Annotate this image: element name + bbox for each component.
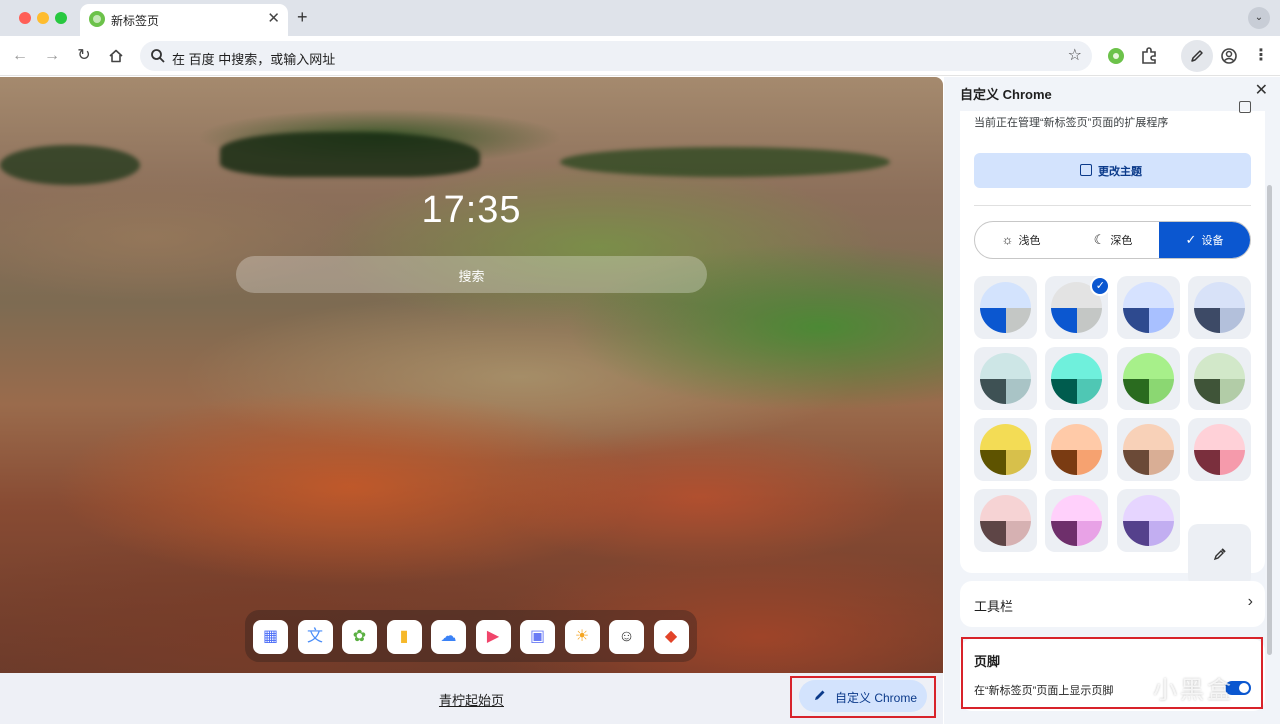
ntp-search-box[interactable]: 搜索	[236, 256, 707, 293]
extensions-puzzle-icon[interactable]	[1138, 45, 1160, 67]
customize-side-panel: 自定义 Chrome ✕ 当前正在管理“新标签页”页面的扩展程序 更改主题 ☼ 浅…	[944, 77, 1280, 724]
color-mode-selector: ☼ 浅色 ☾ 深色 ✓ 设备	[974, 221, 1251, 259]
tab-close-icon[interactable]: ✕	[267, 10, 280, 28]
mode-option-2[interactable]: ✓ 设备	[1159, 222, 1250, 258]
color-swatch[interactable]	[974, 418, 1037, 481]
browser-toolbar: ← → ↻ 在 百度 中搜索，或输入网址 ☆ ⋮	[0, 36, 1280, 76]
chrome-window: 新标签页 ✕ + ⌄ ← → ↻ 在 百度 中搜索，或输入网址 ☆ ⋮ 17:3…	[0, 0, 1280, 724]
panel-title: 自定义 Chrome	[960, 87, 1052, 102]
notes-icon[interactable]: ▮	[386, 620, 422, 654]
ntp-search-placeholder: 搜索	[458, 269, 485, 284]
panel-scrollbar[interactable]	[1267, 185, 1272, 655]
tab-new-tab[interactable]: 新标签页 ✕	[80, 4, 288, 36]
moon-icon: ☾	[1093, 232, 1106, 247]
mode-option-0[interactable]: ☼ 浅色	[975, 222, 1067, 258]
sun-icon: ☼	[1001, 232, 1014, 247]
cloud-icon[interactable]: ☁	[431, 620, 466, 654]
color-swatch[interactable]	[1187, 418, 1251, 481]
toolbar-settings-row[interactable]: 工具栏 ›	[960, 581, 1265, 627]
reload-icon[interactable]: ↻	[72, 44, 96, 68]
omnibox[interactable]: 在 百度 中搜索，或输入网址 ☆	[140, 41, 1092, 71]
extension-green-icon[interactable]	[1105, 45, 1127, 67]
color-swatch[interactable]	[974, 489, 1037, 552]
change-theme-label: 更改主题	[1098, 166, 1142, 178]
color-swatch[interactable]	[1116, 276, 1180, 339]
change-theme-button[interactable]: 更改主题	[974, 153, 1251, 188]
profile-icon[interactable]	[1218, 45, 1240, 67]
app-dock: ▦ 文 ✿ ▮ ☁ ▶ ▣ ☀ ☺ ◆	[245, 610, 697, 662]
divider	[974, 205, 1251, 206]
customize-pencil-button[interactable]	[1181, 40, 1213, 72]
check-icon: ✓	[1185, 232, 1197, 247]
open-external-icon[interactable]	[1239, 101, 1251, 113]
close-window-button[interactable]	[19, 12, 31, 24]
color-swatch[interactable]	[974, 276, 1037, 339]
menu-kebab-icon[interactable]: ⋮	[1249, 44, 1273, 68]
wallpaper-image: 17:35 搜索 ▦ 文 ✿ ▮ ☁ ▶ ▣ ☀ ☺ ◆	[0, 77, 943, 673]
ntp-footer: 青柠起始页 自定义 Chrome	[0, 673, 943, 724]
clock: 17:35	[421, 189, 522, 231]
color-swatch[interactable]	[1045, 418, 1109, 481]
mode-option-label: 深色	[1110, 235, 1133, 247]
search-icon	[151, 49, 165, 63]
openai-icon[interactable]: ✿	[342, 620, 377, 654]
photos-icon[interactable]: ▣	[520, 620, 555, 654]
minimize-window-button[interactable]	[37, 12, 49, 24]
color-swatch[interactable]: ✓	[1045, 276, 1111, 339]
color-swatch[interactable]	[1116, 489, 1180, 552]
apps-grid-icon[interactable]: ▦	[253, 620, 288, 654]
color-swatch[interactable]	[1045, 347, 1109, 410]
gitlab-icon[interactable]: ◆	[653, 620, 689, 654]
mode-option-label: 浅色	[1018, 235, 1041, 247]
mode-option-1[interactable]: ☾ 深色	[1067, 222, 1159, 258]
weather-icon[interactable]: ☀	[564, 620, 600, 654]
new-tab-button[interactable]: +	[297, 8, 308, 26]
eyedropper-icon	[1213, 548, 1226, 561]
color-swatch[interactable]	[1116, 418, 1180, 481]
new-tab-page: 17:35 搜索 ▦ 文 ✿ ▮ ☁ ▶ ▣ ☀ ☺ ◆ 青柠起始页 自定义 Chrome	[0, 77, 943, 724]
panel-close-icon[interactable]: ✕	[1255, 81, 1268, 101]
highlight-box	[790, 676, 936, 718]
color-swatch[interactable]	[1187, 347, 1251, 410]
chevron-right-icon: ›	[1247, 593, 1253, 610]
forward-arrow-icon[interactable]: →	[40, 44, 64, 68]
tab-strip: 新标签页 ✕ + ⌄	[0, 0, 1280, 36]
color-swatch[interactable]	[974, 347, 1037, 410]
appearance-card: 当前正在管理“新标签页”页面的扩展程序 更改主题 ☼ 浅色 ☾ 深色 ✓ 设备 ✓	[960, 101, 1265, 587]
back-arrow-icon[interactable]: ←	[8, 44, 32, 68]
tab-title: 新标签页	[111, 14, 160, 28]
zoom-window-button[interactable]	[55, 12, 67, 24]
color-swatch[interactable]	[1187, 276, 1251, 339]
translate-icon[interactable]: 文	[297, 620, 333, 654]
tab-favicon-icon	[89, 11, 105, 27]
omnibox-text: 在 百度 中搜索，或输入网址	[172, 52, 336, 67]
tab-search-chevron-icon[interactable]: ⌄	[1248, 7, 1270, 29]
bookmark-star-icon[interactable]: ☆	[1068, 46, 1082, 66]
custom-color-swatch[interactable]	[1188, 524, 1251, 587]
highlight-box	[961, 637, 1263, 709]
home-icon[interactable]	[104, 44, 128, 68]
avatar-icon[interactable]: ☺	[609, 620, 644, 654]
mode-option-label: 设备	[1201, 235, 1224, 247]
color-swatch[interactable]	[1116, 347, 1180, 410]
theme-image-icon	[1080, 164, 1092, 176]
toolbar-label: 工具栏	[974, 599, 1014, 614]
selected-check-icon: ✓	[1090, 276, 1111, 296]
video-icon[interactable]: ▶	[475, 620, 511, 654]
color-swatch[interactable]	[1045, 489, 1109, 552]
pencil-icon	[1191, 50, 1203, 62]
extension-managed-text: 当前正在管理“新标签页”页面的扩展程序	[974, 117, 1169, 129]
